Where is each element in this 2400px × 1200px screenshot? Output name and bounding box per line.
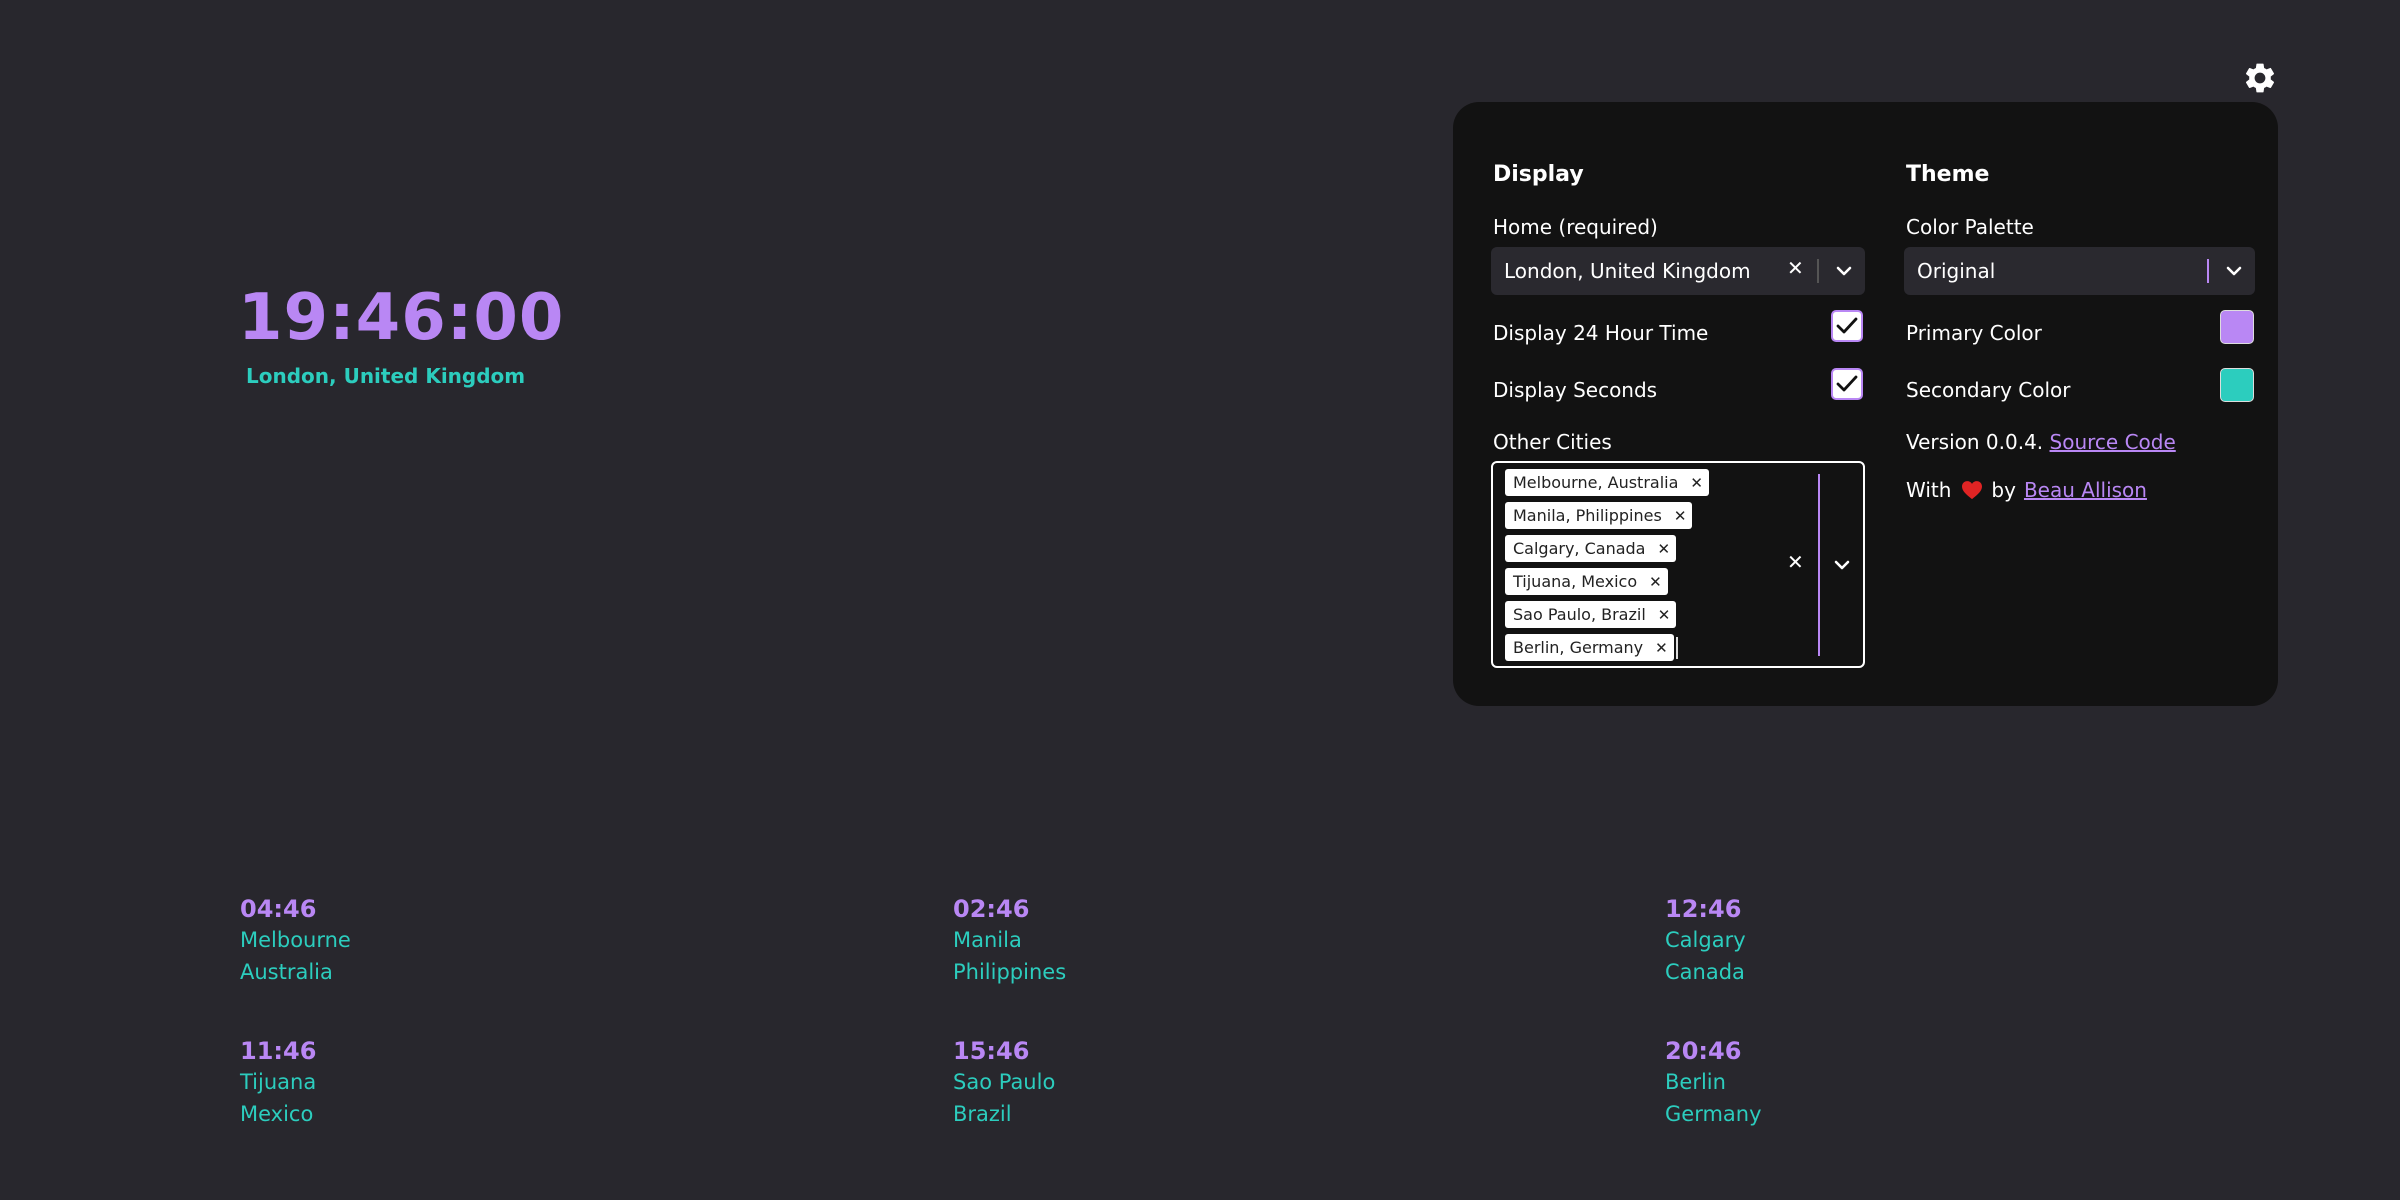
remove-tag-icon[interactable]: ✕ xyxy=(1657,540,1670,558)
home-select-separator xyxy=(1817,259,1819,283)
other-cities-separator xyxy=(1818,474,1820,656)
display-section-title: Display xyxy=(1493,162,1584,187)
home-select-value: London, United Kingdom xyxy=(1504,259,1751,283)
city-tag-label: Manila, Philippines xyxy=(1513,506,1662,525)
city-clock-time: 04:46 xyxy=(240,895,317,923)
palette-select-separator xyxy=(2207,259,2209,283)
home-select[interactable]: London, United Kingdom ✕ xyxy=(1491,247,1865,295)
other-cities-multiselect[interactable]: Melbourne, Australia ✕ Manila, Philippine… xyxy=(1491,461,1865,668)
city-clock-country: Brazil xyxy=(953,1102,1012,1126)
secondary-color-swatch[interactable] xyxy=(2220,368,2254,402)
city-clock-city: Sao Paulo xyxy=(953,1070,1056,1094)
heart-icon xyxy=(1962,481,1983,500)
city-clock-country: Philippines xyxy=(953,960,1067,984)
other-cities-clear-icon[interactable]: ✕ xyxy=(1787,550,1804,574)
city-clock-time: 11:46 xyxy=(240,1037,317,1065)
city-clock: 04:46 Melbourne Australia xyxy=(240,894,351,988)
city-tag: Tijuana, Mexico ✕ xyxy=(1505,568,1668,595)
palette-chevron-down-icon[interactable] xyxy=(2224,264,2244,278)
city-clock-country: Australia xyxy=(240,960,333,984)
home-clock-time: 19:46:00 xyxy=(238,281,565,355)
city-clock: 15:46 Sao Paulo Brazil xyxy=(953,1036,1055,1130)
home-clear-icon[interactable]: ✕ xyxy=(1787,256,1804,280)
city-tag: Melbourne, Australia ✕ xyxy=(1505,469,1709,496)
remove-tag-icon[interactable]: ✕ xyxy=(1690,474,1703,492)
city-clock-time: 20:46 xyxy=(1665,1037,1742,1065)
city-clock-time: 02:46 xyxy=(953,895,1030,923)
city-tag-label: Melbourne, Australia xyxy=(1513,473,1679,492)
other-cities-chevron-down-icon[interactable] xyxy=(1832,558,1852,572)
city-tag-label: Berlin, Germany xyxy=(1513,638,1644,657)
city-tag: Manila, Philippines ✕ xyxy=(1505,502,1693,529)
city-tag-label: Sao Paulo, Brazil xyxy=(1513,605,1646,624)
credit-by-text: by xyxy=(1991,478,2016,502)
seconds-label: Display Seconds xyxy=(1493,378,1658,402)
city-clock: 11:46 Tijuana Mexico xyxy=(240,1036,316,1130)
source-code-link[interactable]: Source Code xyxy=(2050,430,2176,454)
city-tag: Berlin, Germany ✕ xyxy=(1505,634,1674,661)
city-clock-country: Canada xyxy=(1665,960,1745,984)
gear-icon[interactable] xyxy=(2242,60,2278,96)
palette-select-value: Original xyxy=(1917,259,1996,283)
palette-label: Color Palette xyxy=(1906,215,2034,239)
city-clock: 02:46 Manila Philippines xyxy=(953,894,1066,988)
home-label: Home (required) xyxy=(1493,215,1658,239)
text-caret[interactable] xyxy=(1676,637,1678,659)
remove-tag-icon[interactable]: ✕ xyxy=(1658,606,1671,624)
version-text: Version 0.0.4. xyxy=(1906,430,2044,454)
hour24-label: Display 24 Hour Time xyxy=(1493,321,1709,345)
city-clock: 20:46 Berlin Germany xyxy=(1665,1036,1762,1130)
seconds-checkbox[interactable] xyxy=(1831,368,1863,400)
remove-tag-icon[interactable]: ✕ xyxy=(1674,507,1687,525)
primary-color-label: Primary Color xyxy=(1906,321,2042,345)
home-clock-city: London, United Kingdom xyxy=(246,364,526,388)
author-link[interactable]: Beau Allison xyxy=(2024,478,2147,502)
version-line: Version 0.0.4. Source Code xyxy=(1906,430,2176,454)
credit-with-text: With xyxy=(1906,478,1952,502)
city-clock-city: Melbourne xyxy=(240,928,351,952)
city-clock-country: Mexico xyxy=(240,1102,314,1126)
city-clock-country: Germany xyxy=(1665,1102,1762,1126)
credit-line: With by Beau Allison xyxy=(1906,478,2147,502)
city-clock-city: Tijuana xyxy=(240,1070,317,1094)
remove-tag-icon[interactable]: ✕ xyxy=(1649,573,1662,591)
palette-select[interactable]: Original xyxy=(1904,247,2255,295)
city-clock-time: 12:46 xyxy=(1665,895,1742,923)
check-icon xyxy=(1836,317,1858,334)
hour24-checkbox[interactable] xyxy=(1831,310,1863,342)
city-tag: Calgary, Canada ✕ xyxy=(1505,535,1677,562)
city-clock-city: Manila xyxy=(953,928,1022,952)
home-chevron-down-icon[interactable] xyxy=(1834,264,1854,278)
city-clock: 12:46 Calgary Canada xyxy=(1665,894,1746,988)
city-tag-label: Calgary, Canada xyxy=(1513,539,1646,558)
primary-color-swatch[interactable] xyxy=(2220,310,2254,344)
city-clock-time: 15:46 xyxy=(953,1037,1030,1065)
city-tag: Sao Paulo, Brazil ✕ xyxy=(1505,601,1677,628)
city-clock-city: Calgary xyxy=(1665,928,1746,952)
check-icon xyxy=(1836,375,1858,392)
city-tag-label: Tijuana, Mexico xyxy=(1513,572,1638,591)
other-cities-label: Other Cities xyxy=(1493,430,1612,454)
secondary-color-label: Secondary Color xyxy=(1906,378,2071,402)
theme-section-title: Theme xyxy=(1906,162,1990,187)
city-clock-city: Berlin xyxy=(1665,1070,1726,1094)
remove-tag-icon[interactable]: ✕ xyxy=(1655,639,1668,657)
